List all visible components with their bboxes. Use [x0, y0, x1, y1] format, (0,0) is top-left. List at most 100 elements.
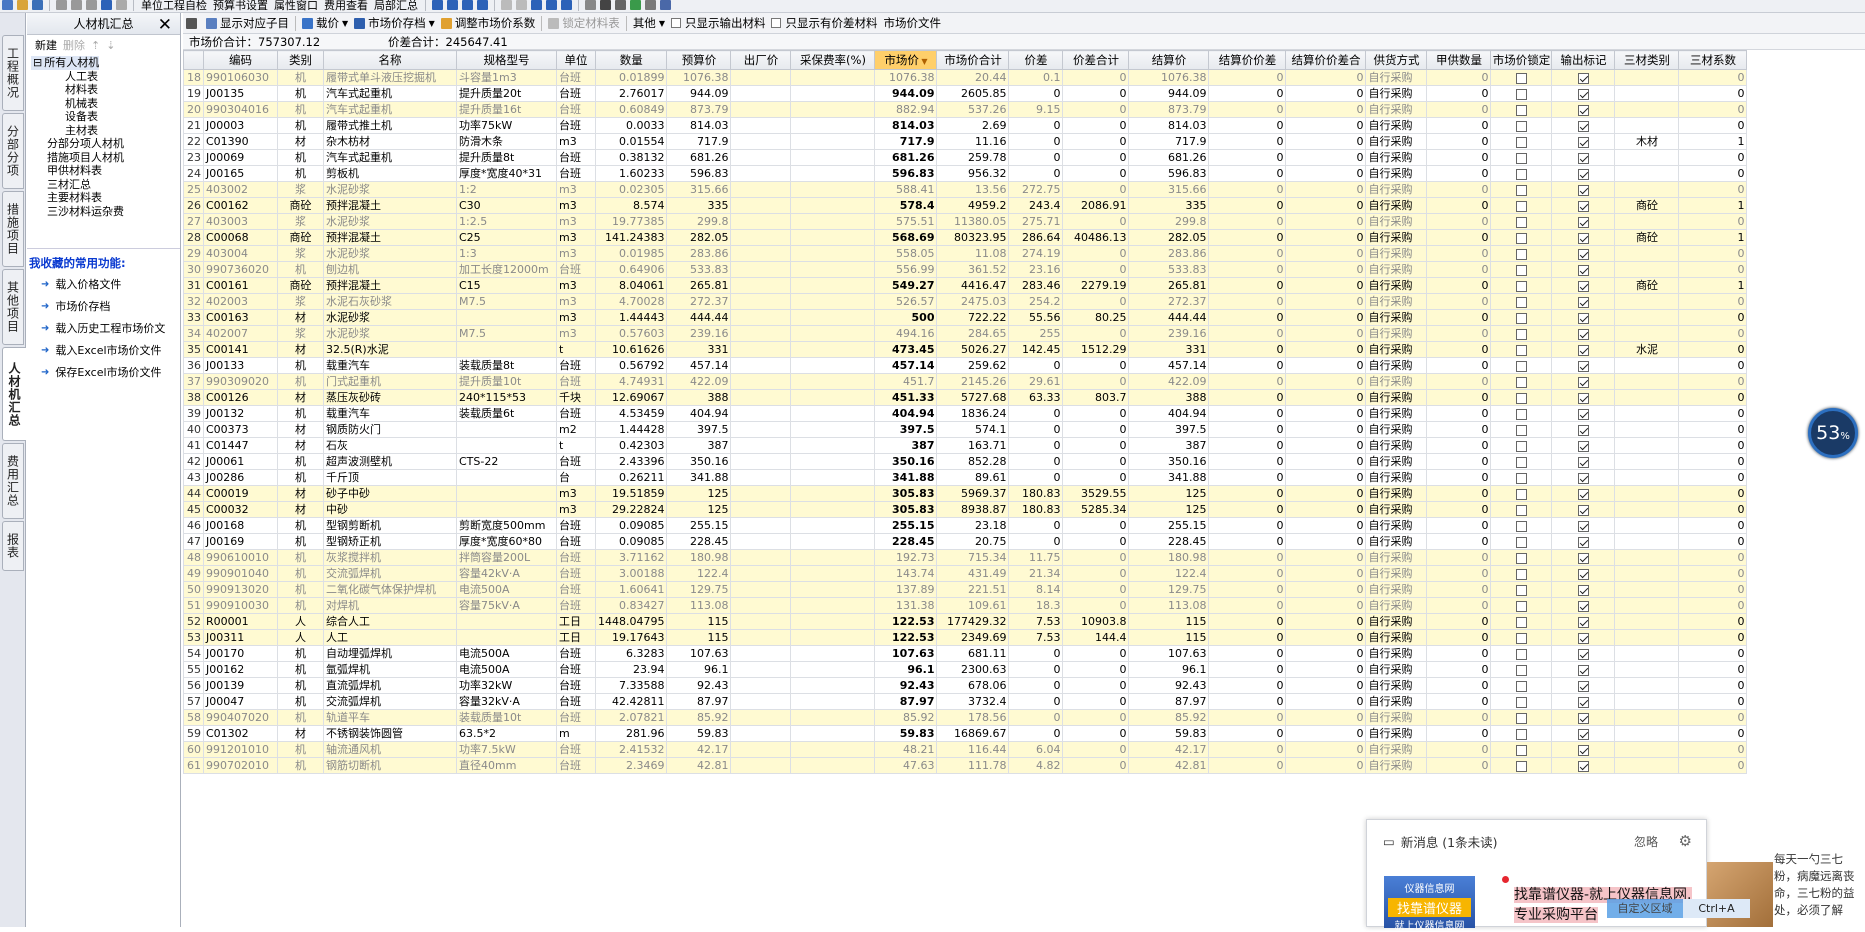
cell-scoef[interactable]: 0 — [1678, 341, 1748, 358]
cell-rate[interactable] — [790, 645, 876, 662]
output-flag-cell[interactable] — [1551, 741, 1616, 758]
cell-mtotal[interactable]: 16869.67 — [936, 725, 1010, 742]
cell-factory[interactable] — [730, 661, 792, 678]
cell-jia[interactable]: 0 — [1426, 693, 1492, 710]
cell-spec[interactable]: M7.5 — [456, 293, 557, 310]
cell-factory[interactable] — [730, 741, 792, 758]
cell-mtotal[interactable]: 221.51 — [936, 581, 1010, 598]
cell-sdiff[interactable]: 0 — [1208, 725, 1287, 742]
tab-other-items[interactable]: 其他项目 — [2, 269, 24, 345]
cell-unit[interactable]: 台班 — [556, 149, 596, 166]
output-checkbox[interactable] — [1577, 504, 1589, 516]
cell-budget[interactable]: 122.4 — [666, 565, 732, 582]
cell-market[interactable]: 305.83 — [874, 485, 938, 502]
excel-icon[interactable] — [630, 0, 641, 10]
cell-jia[interactable]: 0 — [1426, 389, 1492, 406]
cell-mtotal[interactable]: 116.44 — [936, 741, 1010, 758]
cell-qty[interactable]: 0.0033 — [594, 117, 668, 134]
cell-dtotal[interactable]: 0 — [1062, 85, 1130, 102]
cell-scat[interactable] — [1614, 741, 1680, 758]
cell-factory[interactable] — [730, 213, 792, 230]
cell-jia[interactable]: 0 — [1426, 213, 1492, 230]
market-lock-cell[interactable] — [1490, 421, 1553, 438]
cell-qty[interactable]: 8.04061 — [594, 277, 668, 294]
cell-budget[interactable]: 107.63 — [666, 645, 732, 662]
cell-scoef[interactable]: 0 — [1678, 117, 1748, 134]
output-flag-cell[interactable] — [1551, 165, 1616, 182]
cell-code[interactable]: 403003 — [203, 213, 278, 230]
cell-market[interactable]: 397.5 — [874, 421, 938, 438]
market-lock-cell[interactable] — [1490, 101, 1553, 118]
cell-mtotal[interactable]: 163.71 — [936, 437, 1010, 454]
cell-sdiff[interactable]: 0 — [1208, 133, 1287, 150]
cell-cat[interactable]: 机 — [277, 373, 324, 390]
unit-self-check-button[interactable]: 单位工程自检 — [139, 0, 209, 11]
cell-factory[interactable] — [730, 389, 792, 406]
cell-factory[interactable] — [730, 69, 792, 86]
cell-diff[interactable]: 0 — [1008, 677, 1064, 694]
cell-cat[interactable]: 机 — [277, 149, 324, 166]
cell-spec[interactable] — [456, 613, 557, 630]
cell-dtotal[interactable]: 0 — [1062, 325, 1130, 342]
cell-cat[interactable]: 材 — [277, 437, 324, 454]
cell-name[interactable]: 履带式推土机 — [323, 117, 457, 134]
cell-market[interactable]: 814.03 — [874, 117, 938, 134]
cell-budget[interactable]: 944.09 — [666, 85, 732, 102]
cell-mtotal[interactable]: 80323.95 — [936, 229, 1010, 246]
cell-market[interactable]: 107.63 — [874, 645, 938, 662]
lock-checkbox[interactable] — [1515, 600, 1527, 612]
cell-sdtotal[interactable]: 0 — [1285, 229, 1367, 246]
output-flag-cell[interactable] — [1551, 277, 1616, 294]
market-price-archive-button[interactable]: 市场价存档 ▼ — [351, 15, 438, 31]
cell-mtotal[interactable]: 574.1 — [936, 421, 1010, 438]
cell-rate[interactable] — [790, 581, 876, 598]
table-row[interactable]: 39 J00132 机载重汽车 装载质量6t 台班 4.53459 404.94 404.94… — [183, 405, 1748, 422]
market-lock-cell[interactable] — [1490, 357, 1553, 374]
table-row[interactable]: 56 J00139 机直流弧焊机 功率32kW 台班 7.33588 92.43 92.43 6… — [183, 677, 1748, 694]
column-header[interactable]: 出厂价 — [730, 50, 792, 70]
cell-factory[interactable] — [730, 533, 792, 550]
table-row[interactable]: 34 402007 浆水泥砂浆 M7.5 m3 0.57603 239.16 494.16 28… — [183, 325, 1748, 342]
cell-scat[interactable] — [1614, 549, 1680, 566]
cell-supply[interactable]: 自行采购 — [1365, 469, 1428, 486]
cell-cat[interactable]: 材 — [277, 725, 324, 742]
cell-dtotal[interactable]: 0 — [1062, 565, 1130, 582]
market-lock-cell[interactable] — [1490, 453, 1553, 470]
cell-market[interactable]: 48.21 — [874, 741, 938, 758]
cell-cat[interactable]: 机 — [277, 709, 324, 726]
cell-sdiff[interactable]: 0 — [1208, 421, 1287, 438]
cell-unit[interactable]: 台班 — [556, 85, 596, 102]
cell-market[interactable]: 588.41 — [874, 181, 938, 198]
market-lock-cell[interactable] — [1490, 229, 1553, 246]
cell-factory[interactable] — [730, 149, 792, 166]
lock-checkbox[interactable] — [1515, 344, 1527, 356]
cell-name[interactable]: 对焊机 — [323, 597, 457, 614]
cell-qty[interactable]: 0.38132 — [594, 149, 668, 166]
progress-badge[interactable]: 53% — [1808, 408, 1858, 458]
move-up-icon[interactable]: ⇡ — [91, 39, 100, 52]
cell-spec[interactable]: 容量75kV·A — [456, 597, 557, 614]
cell-sdtotal[interactable]: 0 — [1285, 101, 1367, 118]
cell-supply[interactable]: 自行采购 — [1365, 325, 1428, 342]
cell-market[interactable]: 404.94 — [874, 405, 938, 422]
cell-market[interactable]: 131.38 — [874, 597, 938, 614]
table-row[interactable]: 51 990910030 机对焊机 容量75kV·A 台班 0.83427 113.08 13… — [183, 597, 1748, 614]
ad-image[interactable]: 仪器信息网 找靠谱仪器 就上仪器信息网 — [1384, 876, 1475, 932]
cell-supply[interactable]: 自行采购 — [1365, 357, 1428, 374]
cell-budget[interactable]: 387 — [666, 437, 732, 454]
lock-checkbox[interactable] — [1515, 696, 1527, 708]
market-lock-cell[interactable] — [1490, 693, 1553, 710]
cell-unit[interactable]: m3 — [556, 133, 596, 150]
cell-factory[interactable] — [730, 597, 792, 614]
output-checkbox[interactable] — [1577, 280, 1589, 292]
cell-qty[interactable]: 1.60641 — [594, 581, 668, 598]
cell-budget[interactable]: 1076.38 — [666, 69, 732, 86]
next-icon[interactable] — [462, 0, 473, 10]
cell-spec[interactable] — [456, 629, 557, 646]
market-lock-cell[interactable] — [1490, 501, 1553, 518]
output-flag-cell[interactable] — [1551, 405, 1616, 422]
cell-qty[interactable]: 0.01899 — [594, 69, 668, 86]
cell-cat[interactable]: 人 — [277, 629, 324, 646]
tree-item[interactable]: 机械表 — [31, 97, 180, 111]
cell-code[interactable]: J00139 — [203, 677, 278, 694]
